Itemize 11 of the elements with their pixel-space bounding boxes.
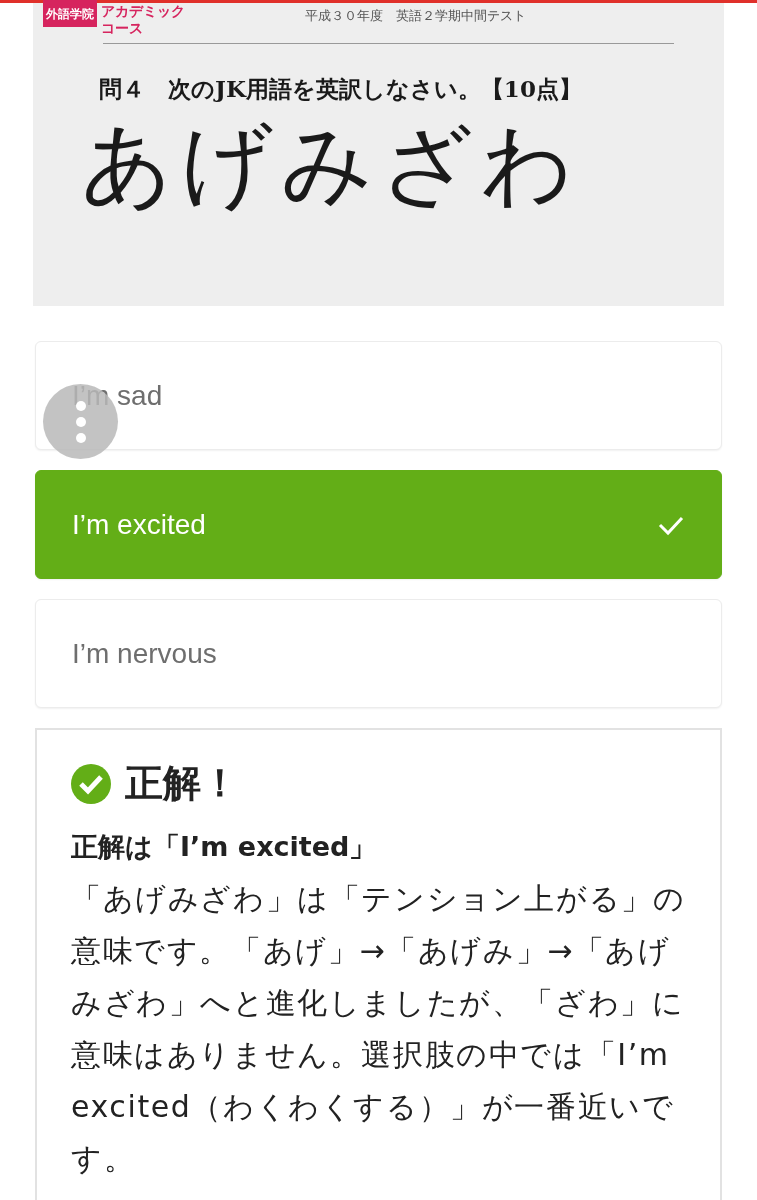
explanation-text: 「あげみざわ」は「テンション上がる」の意味です。「あげ」→「あげみ」→「あげみざわ」へと進化しましたが、「ざわ」に意味はありません。選択肢の中では「I’m excited（わくわくする）」が一番近いです。 [71, 880, 687, 1178]
question-text: 問４ 次のJK用語を英訳しなさい。【10点】 [99, 74, 583, 104]
answer-text: 正解は「I’m excited」 [71, 830, 378, 864]
answer-option[interactable]: I’m excited [35, 470, 722, 579]
course-label: コース [101, 20, 144, 37]
answer-option[interactable]: I’m nervous [35, 599, 722, 708]
result-title: 正解！ [125, 760, 239, 807]
course-label: アカデミック [101, 3, 185, 20]
school-logo: 外語学院 [43, 0, 97, 27]
exam-header: 平成３０年度 英語２学期中間テスト [305, 7, 526, 25]
check-circle-icon [71, 763, 111, 804]
